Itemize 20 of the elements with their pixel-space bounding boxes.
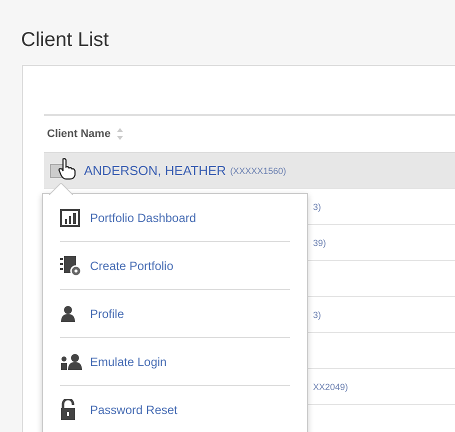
account-number: 3) — [313, 202, 322, 212]
unlocked-padlock-icon — [60, 398, 76, 420]
page-title: Client List — [20, 28, 110, 52]
document-gear-icon — [60, 254, 82, 276]
chart-icon — [60, 208, 80, 226]
users-icon — [60, 352, 84, 370]
account-number: 39) — [313, 238, 326, 248]
table-row[interactable]: ANDERSON, HEATHER (XXXXX1560) — [44, 153, 455, 189]
menu-item[interactable]: Password Reset — [90, 402, 178, 416]
menu-item[interactable]: Create Portfolio — [90, 258, 174, 272]
account-number: (XXXXX1560) — [230, 166, 286, 176]
menu-item[interactable]: Emulate Login — [90, 354, 167, 368]
hand-cursor-icon — [58, 158, 76, 180]
column-header[interactable]: Client Name — [47, 128, 111, 140]
menu-item[interactable]: Profile — [90, 306, 124, 320]
client-name-link[interactable]: ANDERSON, HEATHER — [84, 163, 226, 178]
user-icon — [60, 304, 76, 322]
menu-item[interactable]: Portfolio Dashboard — [90, 210, 196, 224]
account-number: 3) — [313, 310, 322, 320]
account-number: XX2049) — [313, 382, 348, 392]
